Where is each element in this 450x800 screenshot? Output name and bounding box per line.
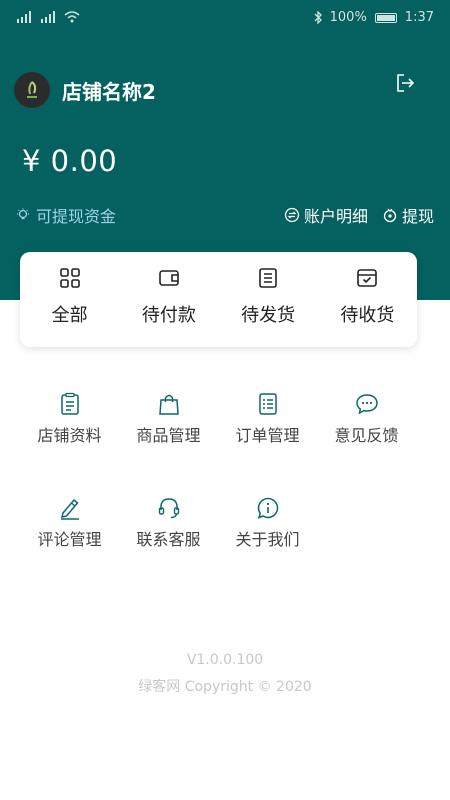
list-icon xyxy=(259,268,277,288)
menu-product-management-label: 商品管理 xyxy=(136,426,201,445)
menu-customer-service[interactable]: 联系客服 xyxy=(119,496,218,550)
menu-order-management[interactable]: 订单管理 xyxy=(218,392,317,446)
battery-percent: 100% xyxy=(329,10,367,25)
order-pending-receipt-label: 待收货 xyxy=(340,305,395,326)
bag-icon xyxy=(158,394,179,415)
menu-feedback[interactable]: 意见反馈 xyxy=(317,392,416,446)
bluetooth-icon xyxy=(314,11,322,24)
withdraw-button[interactable]: 提现 xyxy=(382,203,434,227)
withdrawable-label: 可提现资金 xyxy=(36,207,117,226)
menu-order-management-label: 订单管理 xyxy=(235,426,300,445)
store-logo-icon xyxy=(27,81,37,98)
withdrawable-funds: 可提现资金 xyxy=(16,203,116,227)
headset-icon xyxy=(158,498,179,519)
order-list-icon xyxy=(258,393,277,415)
menu-product-management[interactable]: 商品管理 xyxy=(119,392,218,446)
order-pending-payment-label: 待付款 xyxy=(141,305,196,326)
exchange-icon xyxy=(284,207,300,223)
order-pending-shipment-label: 待发货 xyxy=(241,305,296,326)
copyright: 绿客网 Copyright © 2020 xyxy=(138,679,312,695)
status-time: 1:37 xyxy=(404,10,434,25)
info-icon xyxy=(257,497,278,519)
menu-grid-row: 评论管理 联系客服 关于我们 xyxy=(20,496,417,550)
status-right: 100% 1:37 xyxy=(314,10,434,25)
coin-icon xyxy=(383,208,397,223)
order-all-label: 全部 xyxy=(51,305,88,326)
bulb-icon xyxy=(17,208,29,220)
grid-icon xyxy=(59,268,80,288)
orders-card: 全部 待付款 待发货 待收货 xyxy=(20,252,417,347)
signal-icon xyxy=(41,11,55,23)
order-pending-receipt[interactable]: 待收货 xyxy=(318,252,417,347)
battery-icon xyxy=(374,12,397,23)
store-header: 店铺名称2 xyxy=(14,72,156,108)
wallet-icon xyxy=(159,270,179,286)
app-version: V1.0.0.100 xyxy=(186,652,264,668)
box-check-icon xyxy=(357,269,378,287)
balance-amount: ¥ 0.00 xyxy=(22,144,118,178)
status-bar: 100% 1:37 xyxy=(0,0,450,38)
menu-customer-service-label: 联系客服 xyxy=(136,530,201,549)
menu-store-info[interactable]: 店铺资料 xyxy=(20,392,119,446)
status-left xyxy=(16,11,80,23)
signal-icon xyxy=(17,11,31,23)
menu-feedback-label: 意见反馈 xyxy=(334,426,399,445)
store-name: 店铺名称2 xyxy=(62,79,156,104)
clipboard-icon xyxy=(60,392,79,415)
menu-about-us[interactable]: 关于我们 xyxy=(218,496,317,550)
chat-icon xyxy=(355,394,378,415)
pen-icon xyxy=(60,498,79,520)
order-all[interactable]: 全部 xyxy=(20,252,119,347)
balance-actions: 账户明细 提现 xyxy=(284,203,434,227)
logout-icon[interactable] xyxy=(394,72,416,94)
menu-review-management[interactable]: 评论管理 xyxy=(20,496,119,550)
menu-store-info-label: 店铺资料 xyxy=(37,426,102,445)
account-detail-button[interactable]: 账户明细 xyxy=(284,203,368,227)
account-detail-label: 账户明细 xyxy=(303,207,368,226)
order-pending-shipment[interactable]: 待发货 xyxy=(219,252,318,347)
menu-grid-row: 店铺资料 商品管理 订单管理 意见反馈 xyxy=(20,392,417,446)
order-pending-payment[interactable]: 待付款 xyxy=(119,252,218,347)
withdraw-label: 提现 xyxy=(401,207,434,226)
store-avatar[interactable] xyxy=(14,72,50,108)
wifi-icon xyxy=(64,11,80,23)
menu-about-us-label: 关于我们 xyxy=(235,530,300,549)
menu-review-management-label: 评论管理 xyxy=(37,530,102,549)
